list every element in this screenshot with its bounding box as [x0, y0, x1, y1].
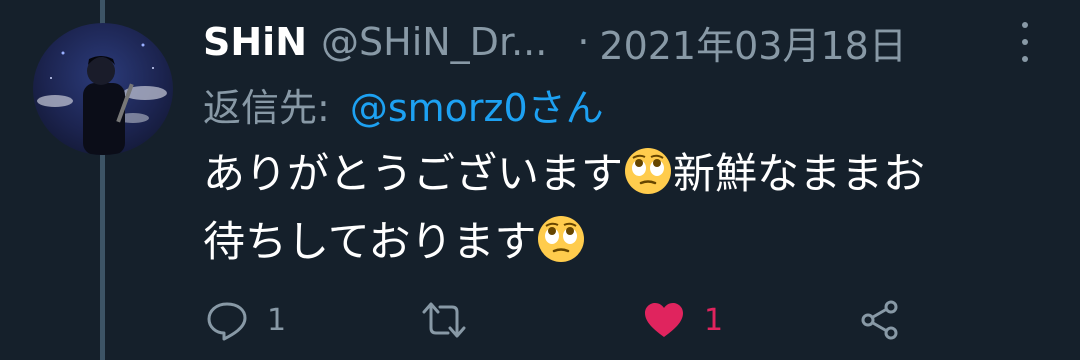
- reply-to-user-link[interactable]: @smorz0さん: [350, 77, 604, 132]
- rolling-eyes-emoji-icon: [538, 216, 585, 262]
- like-button[interactable]: 1: [642, 290, 723, 350]
- rolling-eyes-emoji-icon: [625, 148, 672, 194]
- retweet-icon: [422, 302, 466, 338]
- user-handle[interactable]: @SHiN_Dr...: [321, 20, 547, 64]
- reply-count: 1: [267, 302, 287, 338]
- tweet-header: SHiN @SHiN_Dr... · 2021年03月18日: [203, 14, 1033, 70]
- tweet-text-part: ありがとうございます: [203, 149, 624, 198]
- avatar[interactable]: [33, 23, 173, 155]
- separator-dot: ·: [577, 20, 590, 64]
- reply-icon: [207, 302, 247, 341]
- reply-to-line: 返信先: @smorz0さん: [203, 76, 604, 132]
- tweet-actions: 1 1: [0, 290, 1080, 350]
- more-options-icon[interactable]: [1015, 22, 1035, 62]
- display-name[interactable]: SHiN: [203, 20, 307, 64]
- like-count: 1: [704, 302, 724, 338]
- retweet-button[interactable]: [420, 290, 486, 350]
- avatar-image: [37, 43, 167, 155]
- reply-button[interactable]: 1: [205, 290, 286, 350]
- tweet-text-part: 新鮮なままお: [673, 149, 926, 198]
- share-button[interactable]: [858, 290, 902, 350]
- reply-label: 返信先:: [203, 85, 330, 130]
- tweet-date[interactable]: 2021年03月18日: [599, 15, 906, 70]
- share-icon: [861, 300, 898, 340]
- tweet-body: ありがとうございます 新鮮なままお 待ちしております: [203, 140, 1033, 276]
- heart-icon: [645, 303, 683, 337]
- tweet-text-part: 待ちしております: [203, 217, 537, 266]
